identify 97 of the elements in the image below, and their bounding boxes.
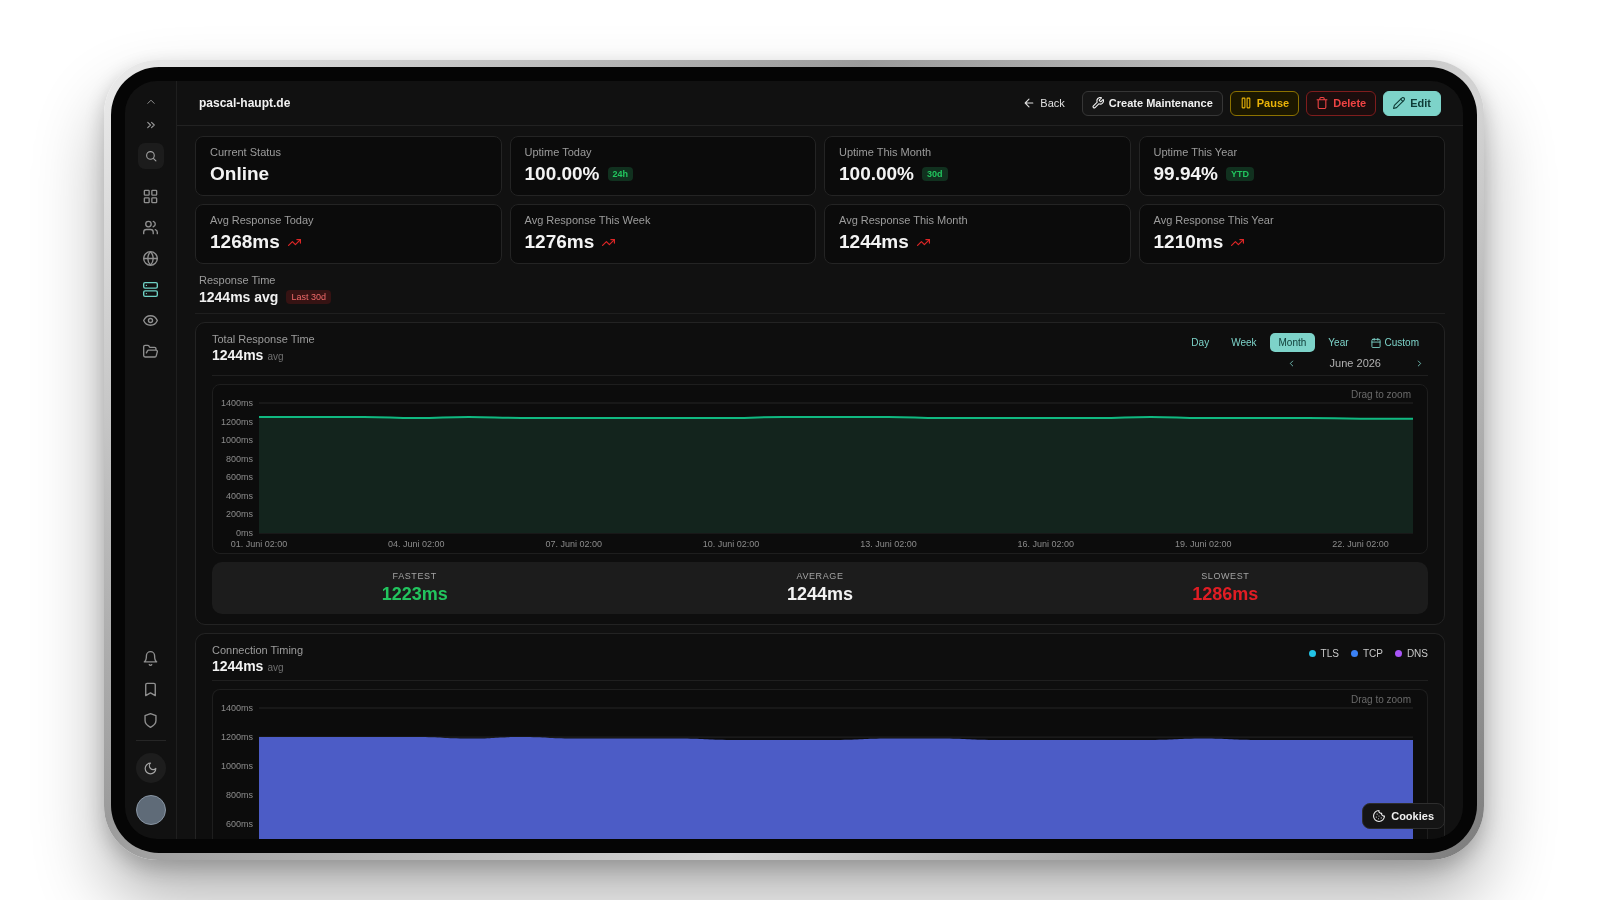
stat-value: 100.00% [524, 163, 600, 185]
y-axis-label: 1200ms [220, 416, 253, 427]
calendar-icon [1370, 337, 1381, 348]
y-axis-label: 1200ms [220, 732, 253, 743]
chevron-right-icon[interactable] [1415, 358, 1424, 368]
users-icon[interactable] [143, 220, 158, 235]
theme-toggle-button[interactable] [135, 753, 166, 783]
legend-label: TLS [1320, 648, 1339, 659]
period-badge: 24h [607, 167, 634, 181]
search-button[interactable] [137, 143, 164, 169]
y-axis-label: 1000ms [220, 435, 253, 446]
legend-label: DNS [1406, 648, 1428, 659]
trash-icon [1316, 97, 1329, 109]
bell-icon[interactable] [143, 651, 158, 666]
stat-value: 99.94% [1153, 163, 1218, 185]
y-axis-label: 600ms [226, 472, 253, 483]
stat-label: Uptime Today [524, 146, 593, 158]
search-icon [144, 150, 157, 162]
delete-button[interactable]: Delete [1306, 90, 1377, 116]
stat-label: Current Status [210, 146, 282, 158]
chevron-up-icon [145, 97, 156, 107]
x-axis-label: 10. Juni 02:00 [702, 539, 760, 549]
stat-label: Avg Response Today [210, 214, 315, 226]
x-axis-label: 13. Juni 02:00 [860, 539, 917, 549]
period-tab[interactable]: Day [1182, 333, 1219, 352]
stat-label: Avg Response This Year [1153, 214, 1275, 226]
stat-label: Uptime This Year [1153, 146, 1239, 158]
chart-value: 1244ms [212, 658, 264, 674]
period-label: June 2026 [1329, 357, 1381, 369]
cookie-icon [1373, 810, 1386, 822]
summary-value: 1244ms [786, 584, 853, 605]
chevrons-right-icon[interactable] [144, 119, 157, 131]
y-axis-label: 0ms [236, 528, 253, 538]
range-badge: Last 30d [286, 290, 331, 304]
y-axis-label: 600ms [226, 819, 253, 830]
avatar[interactable] [135, 795, 166, 825]
summary-label: FASTEST [392, 571, 437, 581]
wrench-icon [1091, 97, 1104, 109]
section-label: Response Time [199, 274, 277, 286]
arrow-left-icon [1023, 97, 1036, 109]
stat-value: 1276ms [524, 231, 595, 253]
x-axis-label: 19. Juni 02:00 [1174, 539, 1232, 549]
stat-value: 1268ms [210, 231, 280, 253]
bookmark-icon[interactable] [143, 682, 158, 697]
stat-value: Online [210, 163, 270, 185]
x-axis-label: 16. Juni 02:00 [1017, 539, 1075, 549]
folder-icon[interactable] [143, 344, 158, 359]
pause-icon [1239, 97, 1252, 109]
value-unit: avg [267, 662, 284, 673]
period-tab[interactable]: Year [1319, 333, 1358, 352]
pause-button[interactable]: Pause [1229, 90, 1300, 116]
drag-hint: Drag to zoom [1350, 389, 1411, 400]
y-axis-label: 800ms [226, 453, 253, 464]
globe-icon[interactable] [143, 251, 158, 266]
y-axis-label: 200ms [226, 509, 253, 520]
shield-icon[interactable] [143, 713, 158, 728]
section-value: 1244ms avg [199, 289, 279, 305]
x-axis-label: 22. Juni 02:00 [1332, 539, 1389, 549]
grid-icon[interactable] [143, 189, 158, 204]
chart-title: Connection Timing [212, 644, 304, 656]
pencil-icon [1393, 97, 1406, 109]
stat-value: 1210ms [1153, 231, 1224, 253]
chart-value: 1244ms [212, 347, 264, 363]
back-button[interactable]: Back [1013, 90, 1075, 116]
stat-label: Uptime This Month [839, 146, 933, 158]
period-tab[interactable]: Custom [1361, 333, 1428, 352]
y-axis-label: 1400ms [220, 703, 253, 713]
stat-value: 1244ms [839, 231, 909, 253]
page-title: pascal-haupt.de [199, 96, 291, 110]
y-axis-label: 400ms [226, 490, 253, 501]
x-axis-label: 01. Juni 02:00 [230, 539, 288, 549]
server-icon[interactable] [143, 282, 158, 297]
x-axis-label: 04. Juni 02:00 [388, 539, 445, 549]
y-axis-label: 800ms [226, 790, 253, 801]
cookies-button[interactable]: Cookies [1362, 803, 1445, 829]
stat-label: Avg Response This Month [839, 214, 969, 226]
summary-label: AVERAGE [796, 571, 844, 581]
y-axis-label: 1000ms [220, 761, 253, 772]
stat-value: 100.00% [839, 163, 914, 185]
summary-value: 1223ms [381, 584, 448, 605]
period-tab[interactable]: Week [1222, 333, 1266, 352]
drag-hint: Drag to zoom [1350, 694, 1411, 705]
legend-label: TCP [1362, 648, 1383, 659]
edit-button[interactable]: Edit [1383, 90, 1441, 116]
create-maintenance-button[interactable]: Create Maintenance [1081, 90, 1223, 116]
chart-title: Total Response Time [212, 333, 315, 345]
x-axis-label: 07. Juni 02:00 [545, 539, 602, 549]
y-axis-label: 1400ms [220, 398, 253, 408]
period-badge: 30d [922, 167, 948, 181]
summary-value: 1286ms [1192, 584, 1259, 605]
value-unit: avg [267, 351, 284, 362]
period-badge: YTD [1225, 167, 1254, 181]
eye-icon[interactable] [143, 313, 158, 328]
period-tab[interactable]: Month [1269, 333, 1316, 352]
stat-label: Avg Response This Week [524, 214, 652, 226]
summary-label: SLOWEST [1201, 571, 1250, 581]
moon-icon [144, 761, 157, 775]
